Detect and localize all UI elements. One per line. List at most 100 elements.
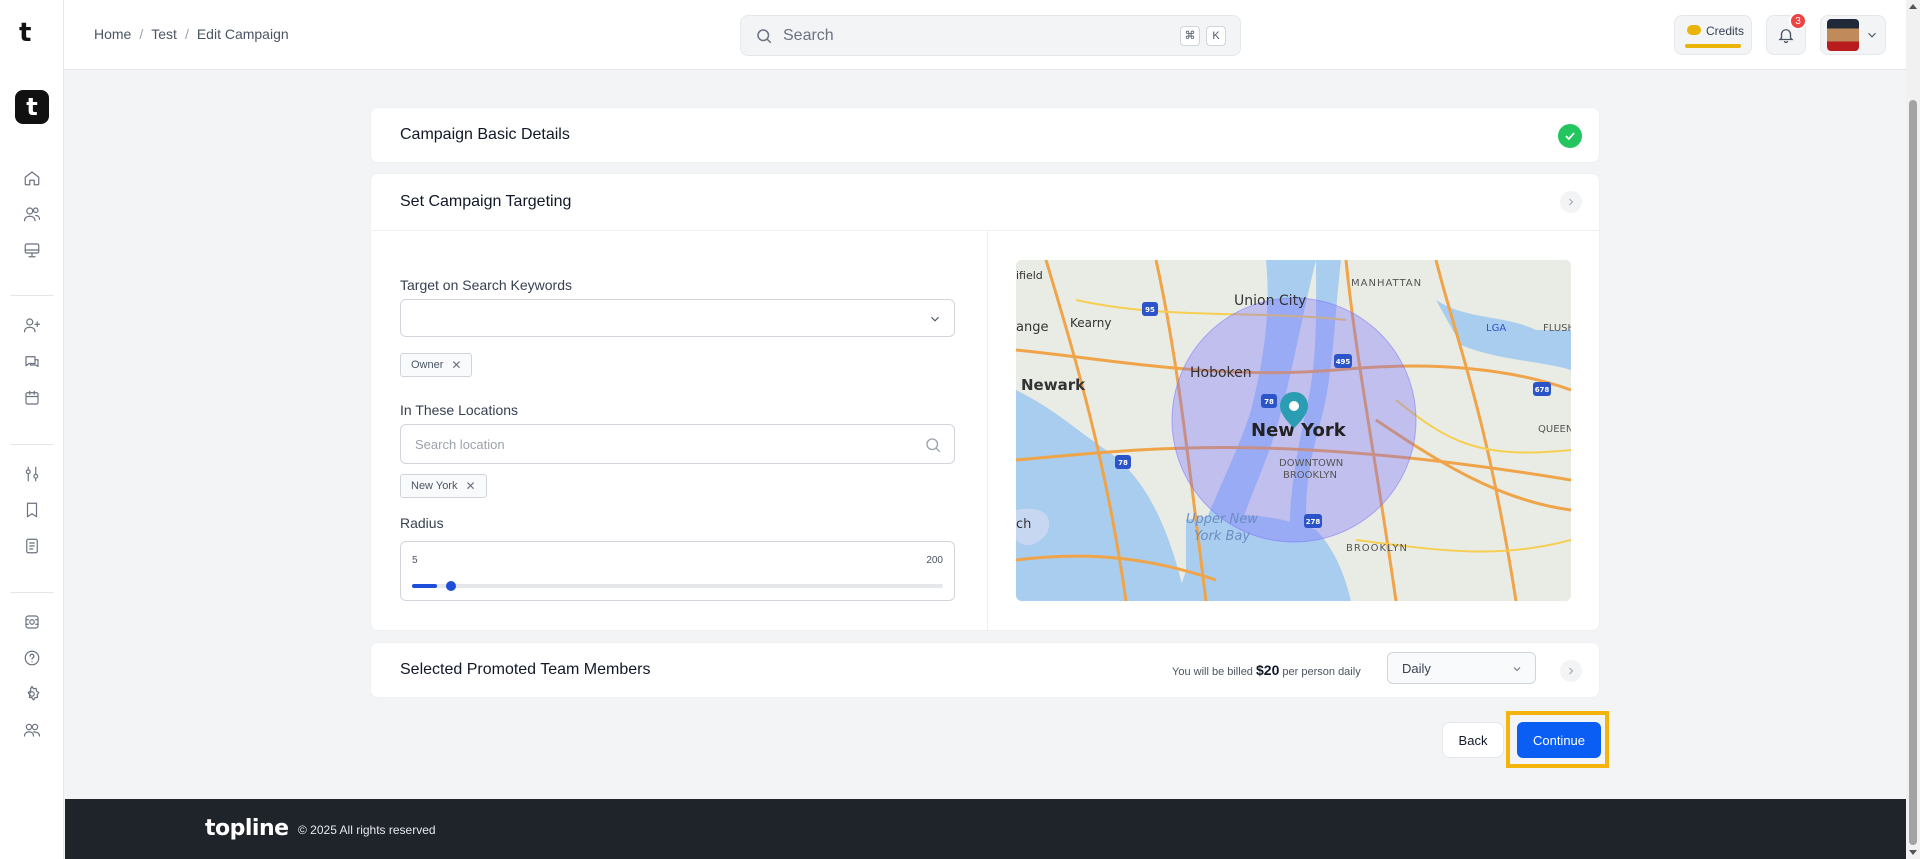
app-logo[interactable]: t <box>15 90 49 124</box>
breadcrumb-home[interactable]: Home <box>94 26 131 42</box>
search-placeholder[interactable]: Search <box>783 27 1180 45</box>
footer: topline © 2025 All rights reserved <box>65 799 1906 859</box>
section-divider <box>371 230 1599 231</box>
breadcrumb-test[interactable]: Test <box>151 26 177 42</box>
shortcut-cmd-key: ⌘ <box>1180 25 1200 46</box>
highway-shield: 678 <box>1535 386 1550 394</box>
radius-fill <box>412 584 437 588</box>
credits-button[interactable]: Credits <box>1674 15 1752 55</box>
section-title: Set Campaign Targeting <box>400 193 572 210</box>
settings-icon[interactable] <box>20 682 44 706</box>
profile-menu[interactable] <box>1820 15 1886 55</box>
radius-label: Radius <box>400 515 444 531</box>
radius-min: 5 <box>412 555 418 566</box>
location-chip-label: New York <box>411 480 458 492</box>
billing-period-select[interactable]: Daily <box>1387 652 1536 684</box>
map-label: MANHATTAN <box>1351 278 1422 289</box>
breadcrumb-separator: / <box>184 26 189 42</box>
radius-handle[interactable] <box>446 581 456 591</box>
map-label: BROOKLYN <box>1346 543 1408 554</box>
chevron-down-icon <box>1865 28 1879 42</box>
map-label: FLUSH <box>1543 323 1571 334</box>
calendar-icon[interactable] <box>20 386 44 410</box>
section-targeting: Set Campaign Targeting Target on Search … <box>370 173 1600 631</box>
breadcrumb-separator: / <box>139 26 144 42</box>
keywords-select[interactable] <box>400 299 955 337</box>
highway-shield: 495 <box>1336 358 1351 366</box>
global-search[interactable]: Search ⌘ K <box>740 15 1241 56</box>
section-title: Selected Promoted Team Members <box>400 661 651 678</box>
section-title: Campaign Basic Details <box>400 126 570 143</box>
highway-shield: 78 <box>1118 459 1128 467</box>
search-icon <box>757 28 772 43</box>
map-label: BROOKLYN <box>1283 470 1337 481</box>
coin-icon <box>1687 25 1701 35</box>
team-icon[interactable] <box>20 718 44 742</box>
billing-period-value: Daily <box>1402 661 1431 676</box>
users-icon[interactable] <box>20 202 44 226</box>
scroll-thumb[interactable] <box>1909 100 1917 845</box>
check-icon <box>1558 124 1582 148</box>
billing-amount: $20 <box>1256 662 1280 678</box>
map-label: ange <box>1016 320 1048 335</box>
grid-icon[interactable] <box>20 610 44 634</box>
rail-divider <box>10 295 54 296</box>
rail-divider <box>10 444 54 445</box>
locations-label: In These Locations <box>400 402 519 418</box>
monitor-icon[interactable] <box>20 238 44 262</box>
scroll-up-icon[interactable] <box>1909 4 1917 9</box>
shortcut-k-key: K <box>1206 25 1226 46</box>
chevron-down-icon <box>931 316 939 322</box>
search-icon <box>926 438 941 453</box>
highway-shield: 278 <box>1306 518 1321 526</box>
help-icon[interactable] <box>20 646 44 670</box>
notification-badge: 3 <box>1789 12 1807 30</box>
top-bar: Home / Test / Edit Campaign Search ⌘ K C… <box>64 0 1906 70</box>
sliders-icon[interactable] <box>20 462 44 486</box>
continue-highlight: Continue <box>1506 711 1609 768</box>
back-button[interactable]: Back <box>1442 722 1504 758</box>
page-scrollbar[interactable] <box>1906 0 1920 859</box>
home-icon[interactable] <box>20 166 44 190</box>
location-map[interactable]: 95 495 78 678 78 278 ifield Union City M… <box>1016 260 1571 601</box>
document-icon[interactable] <box>20 534 44 558</box>
map-label: Kearny <box>1070 316 1111 330</box>
radius-track[interactable] <box>412 581 943 591</box>
map-label: Upper New <box>1186 512 1258 527</box>
brand-logo[interactable]: t <box>19 18 31 48</box>
chevron-right-icon[interactable] <box>1560 191 1582 213</box>
left-sidebar: t t <box>0 0 64 859</box>
chevron-down-icon <box>1513 667 1521 672</box>
column-divider <box>987 230 988 631</box>
notifications-button[interactable]: 3 <box>1766 12 1807 55</box>
location-search-field[interactable] <box>400 424 955 464</box>
rail-divider <box>10 592 54 593</box>
bookmark-icon[interactable] <box>20 498 44 522</box>
section-basic-details[interactable]: Campaign Basic Details <box>370 107 1600 163</box>
close-icon[interactable]: ✕ <box>451 358 461 372</box>
chat-icon[interactable] <box>20 350 44 374</box>
breadcrumb: Home / Test / Edit Campaign <box>94 26 289 42</box>
billing-prefix: You will be billed <box>1172 666 1253 678</box>
location-search-input[interactable] <box>401 425 954 463</box>
close-icon[interactable]: ✕ <box>465 479 475 493</box>
credits-label: Credits <box>1706 24 1745 38</box>
section-team-members: Selected Promoted Team Members You will … <box>370 642 1600 698</box>
scroll-down-icon[interactable] <box>1909 850 1917 855</box>
credits-progress <box>1685 44 1741 48</box>
location-chip: New York ✕ <box>400 474 487 498</box>
footer-copyright: © 2025 All rights reserved <box>298 823 436 837</box>
user-plus-icon[interactable] <box>20 313 44 337</box>
footer-brand: topline <box>205 816 289 841</box>
chevron-right-icon[interactable] <box>1560 660 1582 682</box>
keyword-chip: Owner ✕ <box>400 353 473 377</box>
map-label: DOWNTOWN <box>1279 458 1343 469</box>
breadcrumb-edit-campaign: Edit Campaign <box>196 26 289 42</box>
highway-shield: 78 <box>1264 398 1274 406</box>
map-label: QUEEN <box>1538 424 1571 435</box>
continue-button[interactable]: Continue <box>1517 722 1601 758</box>
map-label: ch <box>1016 517 1031 532</box>
avatar <box>1827 19 1859 51</box>
map-label: Union City <box>1234 293 1306 309</box>
radius-max: 200 <box>926 555 943 566</box>
